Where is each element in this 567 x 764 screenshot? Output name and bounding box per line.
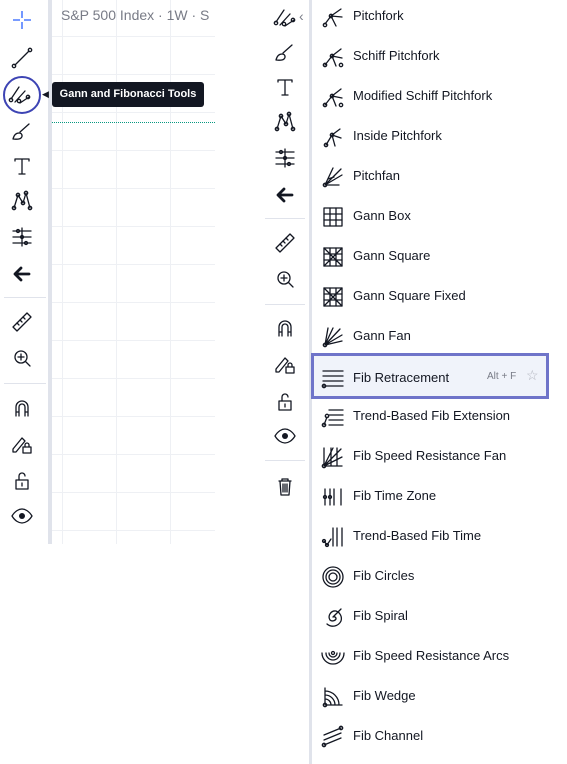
menu-item-label: Fib Retracement (353, 370, 450, 385)
menu-item-fib-speed-resistance-arcs[interactable]: Fib Speed Resistance Arcs (312, 637, 548, 677)
pitchfork-icon (319, 3, 347, 31)
pitchfan-icon (319, 163, 347, 191)
fib-speed-resistance-fan-icon (319, 443, 347, 471)
menu-item-trend-based-fib-time[interactable]: Trend-Based Fib Time (312, 517, 548, 557)
menu-item-fib-time-zone[interactable]: Fib Time Zone (312, 477, 548, 517)
gann-square-fixed-icon (319, 283, 347, 311)
tooltip-pointer: ◀ (42, 89, 49, 99)
active-tool-highlight (3, 76, 41, 114)
schiff-pitchfork-icon (319, 43, 347, 71)
trend-based-fib-time-icon (319, 523, 347, 551)
fib-wedge-icon (319, 683, 347, 711)
menu-item-label: Inside Pitchfork (353, 128, 442, 143)
text-icon[interactable] (271, 73, 299, 101)
menu-item-fib-wedge[interactable]: Fib Wedge (312, 677, 548, 717)
menu-item-label: Gann Fan (353, 328, 411, 343)
crosshair-icon[interactable] (8, 6, 36, 34)
prediction-icon[interactable] (8, 223, 36, 251)
gann-square-icon (319, 243, 347, 271)
tooltip: Gann and Fibonacci Tools (52, 82, 204, 107)
menu-item-label: Trend-Based Fib Extension (353, 408, 511, 423)
menu-item-pitchfan[interactable]: Pitchfan (312, 157, 548, 197)
unlock-icon[interactable] (271, 387, 299, 415)
prediction-icon[interactable] (271, 144, 299, 172)
toolbar-separator (265, 218, 305, 219)
gann-fan-icon (319, 323, 347, 351)
back-arrow-icon[interactable] (8, 260, 36, 288)
shortcut-hint: Alt + F (487, 371, 517, 382)
brush-icon[interactable] (271, 38, 299, 66)
patterns-icon[interactable] (8, 187, 36, 215)
menu-item-inside-pitchfork[interactable]: Inside Pitchfork (312, 117, 548, 157)
trend-line-icon[interactable] (8, 44, 36, 72)
modified-schiff-pitchfork-icon (319, 83, 347, 111)
menu-item-label: Gann Square Fixed (353, 288, 466, 303)
ruler-icon[interactable] (8, 308, 36, 336)
menu-item-label: Fib Circles (353, 568, 415, 583)
brush-icon[interactable] (8, 117, 36, 145)
menu-item-label: Trend-Based Fib Time (353, 528, 482, 543)
eye-icon[interactable] (8, 502, 36, 530)
menu-item-label: Fib Spiral (353, 608, 408, 623)
menu-item-label: Fib Speed Resistance Fan (353, 448, 507, 463)
menu-item-modified-schiff-pitchfork[interactable]: Modified Schiff Pitchfork (312, 77, 548, 117)
menu-item-label: Pitchfork (353, 8, 404, 23)
toolbar-separator (4, 383, 46, 384)
gann-box-icon (319, 203, 347, 231)
toolbar-separator (265, 460, 305, 461)
fib-retracement-icon (319, 364, 347, 392)
text-icon[interactable] (8, 152, 36, 180)
lock-drawing-icon[interactable] (271, 350, 299, 378)
left-drawing-toolbar (0, 0, 48, 544)
magnet-icon[interactable] (8, 394, 36, 422)
fib-time-zone-icon (319, 483, 347, 511)
menu-item-fib-spiral[interactable]: Fib Spiral (312, 597, 548, 637)
ruler-icon[interactable] (271, 229, 299, 257)
lock-drawing-icon[interactable] (8, 430, 36, 458)
trend-based-fib-extension-icon (319, 403, 347, 431)
menu-item-fib-speed-resistance-fan[interactable]: Fib Speed Resistance Fan (312, 437, 548, 477)
menu-item-fib-circles[interactable]: Fib Circles (312, 557, 548, 597)
menu-item-fib-retracement[interactable]: Fib Retracement Alt + F ☆ (311, 353, 549, 399)
menu-item-label: Fib Speed Resistance Arcs (353, 648, 510, 663)
favorite-star-icon[interactable]: ☆ (526, 367, 539, 384)
menu-item-gann-square[interactable]: Gann Square (312, 237, 548, 277)
menu-item-gann-fan[interactable]: Gann Fan (312, 317, 548, 357)
menu-item-label: Gann Box (353, 208, 411, 223)
chart-title: S&P 500 Index · 1W · S (61, 7, 210, 23)
menu-item-pitchfork[interactable]: Pitchfork (312, 0, 548, 37)
eye-icon[interactable] (271, 422, 299, 450)
menu-item-label: Pitchfan (353, 168, 400, 183)
collapse-chevron-icon[interactable]: ‹ (299, 8, 304, 24)
menu-item-label: Fib Time Zone (353, 488, 437, 503)
menu-item-trend-based-fib-extension[interactable]: Trend-Based Fib Extension (312, 397, 548, 437)
toolbar-separator (265, 304, 305, 305)
back-arrow-icon[interactable] (271, 181, 299, 209)
menu-item-label: Gann Square (353, 248, 431, 263)
patterns-icon[interactable] (271, 108, 299, 136)
fib-channel-icon (319, 723, 347, 751)
menu-item-label: Modified Schiff Pitchfork (353, 88, 493, 103)
gann-fib-tools-icon[interactable] (271, 2, 299, 30)
fib-circles-icon (319, 563, 347, 591)
menu-item-label: Schiff Pitchfork (353, 48, 440, 63)
zoom-in-icon[interactable] (271, 265, 299, 293)
magnet-icon[interactable] (271, 314, 299, 342)
menu-item-fib-channel[interactable]: Fib Channel (312, 717, 548, 757)
fib-spiral-icon (319, 603, 347, 631)
inside-pitchfork-icon (319, 123, 347, 151)
price-line (52, 122, 215, 123)
unlock-icon[interactable] (8, 466, 36, 494)
menu-item-schiff-pitchfork[interactable]: Schiff Pitchfork (312, 37, 548, 77)
fib-speed-resistance-arcs-icon (319, 643, 347, 671)
menu-item-label: Fib Channel (353, 728, 424, 743)
zoom-in-icon[interactable] (8, 344, 36, 372)
trash-icon[interactable] (271, 472, 299, 500)
toolbar-separator (4, 297, 46, 298)
menu-item-label: Fib Wedge (353, 688, 416, 703)
menu-item-gann-square-fixed[interactable]: Gann Square Fixed (312, 277, 548, 317)
right-drawing-toolbar (265, 0, 309, 764)
menu-item-gann-box[interactable]: Gann Box (312, 197, 548, 237)
